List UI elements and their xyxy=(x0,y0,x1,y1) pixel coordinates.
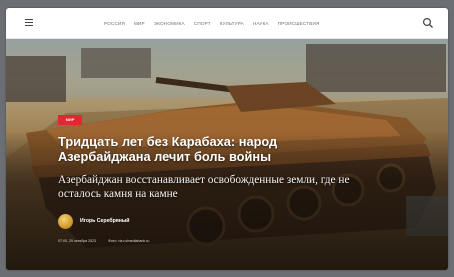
avatar[interactable] xyxy=(58,213,73,229)
article-meta: 07:00, 29 октября 2023 Фото: ria.ru/medi… xyxy=(58,239,161,243)
browser-frame: Россия Мир Экономика Спорт Культура Наук… xyxy=(6,8,448,270)
category-badge[interactable]: Мир xyxy=(58,115,82,125)
author-block[interactable]: Игорь Серебряный xyxy=(58,213,130,229)
publish-date: 07:00, 29 октября 2023 xyxy=(58,239,97,243)
photo-credit: Фото: ria.ru/mediabank.ru xyxy=(108,239,150,243)
author-name[interactable]: Игорь Серебряный xyxy=(80,218,130,224)
article-overlay: Мир Тридцать лет без Карабаха: народ Азе… xyxy=(6,8,448,270)
article-subtitle: Азербайджан восстанавливает освобожденны… xyxy=(58,174,350,200)
article-title[interactable]: Тридцать лет без Карабаха: народ Азербай… xyxy=(58,134,358,164)
